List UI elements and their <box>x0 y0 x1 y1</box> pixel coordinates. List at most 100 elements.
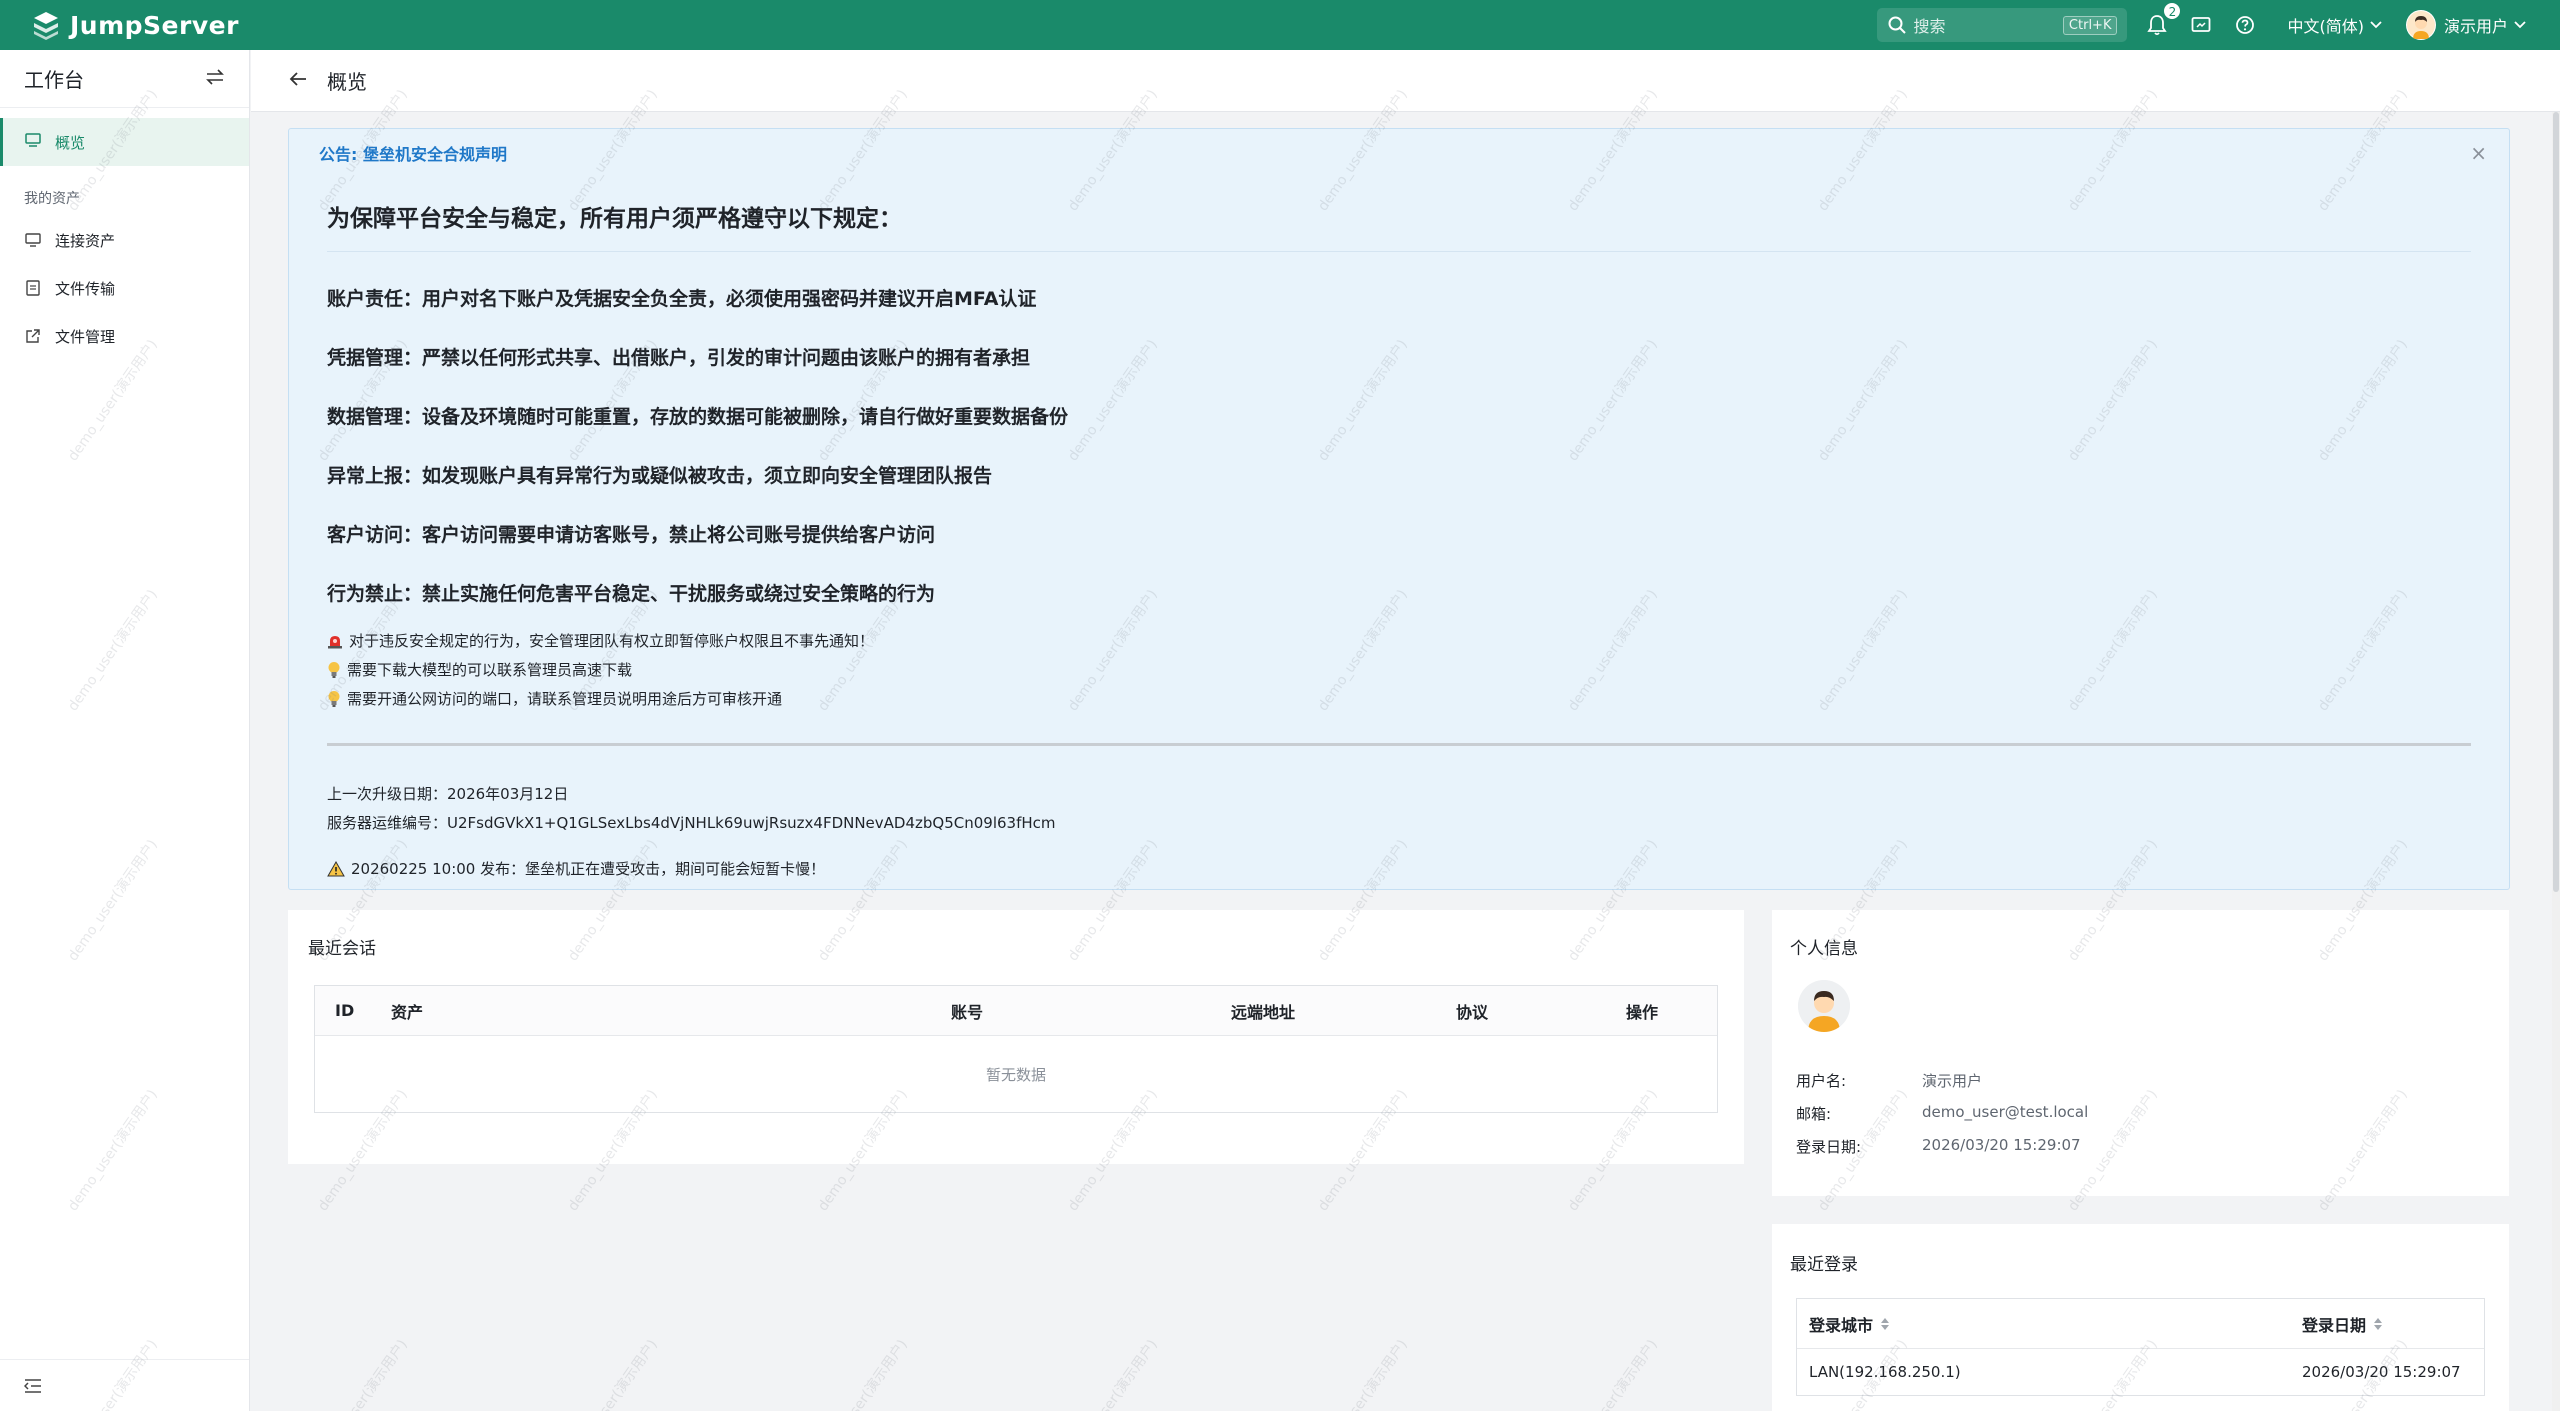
chevron-down-icon <box>2514 21 2526 29</box>
sidebar: 工作台 概览 我的资产 连接资产 文件传输 文件管理 <box>0 50 250 1411</box>
file-icon <box>25 280 41 296</box>
column-header-remote-address: 远端地址 <box>1231 1002 1296 1022</box>
sidebar-header: 工作台 <box>0 50 249 108</box>
avatar <box>1798 980 1850 1032</box>
brand-name: JumpServer <box>70 10 239 40</box>
note-text: 需要下载大模型的可以联系管理员高速下载 <box>347 661 633 679</box>
rule-item: 凭据管理：严禁以任何形式共享、出借账户，引发的审计问题由该账户的拥有者承担 <box>327 347 1031 369</box>
column-header-account: 账号 <box>951 1002 984 1022</box>
menu-collapse-icon <box>24 1378 41 1393</box>
jumpserver-logo-icon <box>34 12 58 40</box>
column-header-actions: 操作 <box>1626 1002 1659 1022</box>
divider <box>327 743 2471 746</box>
sessions-table: ID 资产 账号 远端地址 协议 操作 暂无数据 <box>314 985 1718 1113</box>
scrollbar-thumb[interactable] <box>2553 112 2559 892</box>
sidebar-item-overview[interactable]: 概览 <box>0 118 249 166</box>
bell-icon <box>2147 15 2168 36</box>
watermark-text: demo_user(演示用户) <box>1065 1336 1161 1411</box>
dashboard-icon <box>25 133 41 151</box>
watermark-text: demo_user(演示用户) <box>565 1336 661 1411</box>
monitor-icon <box>25 232 41 248</box>
rule-item: 行为禁止：禁止实施任何危害平台稳定、干扰服务或绕过安全策略的行为 <box>327 583 936 605</box>
rule-item: 客户访问：客户访问需要申请访客账号，禁止将公司账号提供给客户访问 <box>327 524 936 546</box>
sidebar-item-file-manager[interactable]: 文件管理 <box>0 312 249 360</box>
help-icon <box>2236 16 2255 34</box>
field-value: 演示用户 <box>1922 1072 1983 1090</box>
recent-sessions-title: 最近会话 <box>308 939 376 959</box>
watermark-text: demo_user(演示用户) <box>1315 1336 1411 1411</box>
logins-table: 登录城市 登录日期 LAN(192.168.250.1) 2026/03/20 … <box>1796 1298 2485 1396</box>
note-item: 需要开通公网访问的端口，请联系管理员说明用途后方可审核开通 <box>327 684 2471 713</box>
table-header: ID 资产 账号 远端地址 协议 操作 <box>315 986 1717 1036</box>
external-link-icon <box>25 328 41 344</box>
switch-view-button[interactable] <box>205 68 225 90</box>
collapse-sidebar-button[interactable] <box>0 1359 249 1411</box>
search-box[interactable]: 搜索 Ctrl+K <box>1877 8 2128 42</box>
note-text: 对于违反安全规定的行为，安全管理团队有权立即暂停账户权限且不事先通知！ <box>349 632 875 650</box>
note-item: 需要下载大模型的可以联系管理员高速下载 <box>327 655 2471 684</box>
profile-login-date-row: 登录日期: 2026/03/20 15:29:07 <box>1796 1136 2081 1157</box>
rule-item: 账户责任：用户对名下账户及凭据安全负全责，必须使用强密码并建议开启MFA认证 <box>327 288 1037 310</box>
sort-icon <box>1881 1317 1890 1330</box>
column-header-id: ID <box>335 1001 355 1020</box>
arrow-left-icon <box>289 71 306 86</box>
sidebar-group-label: 我的资产 <box>24 191 80 207</box>
help-button[interactable] <box>2233 13 2257 37</box>
field-value: demo_user@test.local <box>1922 1103 2089 1121</box>
watermark-text: demo_user(演示用户) <box>815 1336 911 1411</box>
warning-notice: 20260225 10:00 发布：堡垒机正在遭受攻击，期间可能会短暂卡慢！ <box>327 858 2471 879</box>
sidebar-item-connect-assets[interactable]: 连接资产 <box>0 216 249 264</box>
brand-logo[interactable]: JumpServer <box>30 9 239 41</box>
sidebar-item-label: 概览 <box>55 133 86 152</box>
field-label: 邮箱: <box>1796 1105 1832 1123</box>
sidebar-item-label: 文件传输 <box>55 279 116 298</box>
search-shortcut: Ctrl+K <box>2062 15 2118 35</box>
notification-button[interactable]: 2 <box>2145 2 2182 37</box>
announcement-header: 公告: 堡垒机安全合规声明 <box>319 145 507 164</box>
search-icon <box>1887 15 1907 35</box>
empty-state: 暂无数据 <box>985 1065 1046 1084</box>
column-label: 登录日期 <box>2302 1315 2367 1335</box>
top-navbar: JumpServer 搜索 Ctrl+K 2 中文(简体) 演示用户 <box>0 0 2560 50</box>
sidebar-item-label: 文件管理 <box>55 327 116 346</box>
back-button[interactable] <box>289 71 307 91</box>
sidebar-item-file-transfer[interactable]: 文件传输 <box>0 264 249 312</box>
user-menu[interactable]: 演示用户 <box>2405 10 2526 40</box>
swap-icon <box>206 68 224 85</box>
workspace-title: 工作台 <box>24 68 84 92</box>
profile-title: 个人信息 <box>1790 939 1858 959</box>
field-value: 2026/03/20 15:29:07 <box>1922 1136 2081 1154</box>
column-header-login-city[interactable]: 登录城市 <box>1809 1312 1890 1336</box>
note-text: 需要开通公网访问的端口，请联系管理员说明用途后方可审核开通 <box>347 690 783 708</box>
login-date-cell: 2026/03/20 15:29:07 <box>2302 1363 2461 1381</box>
siren-icon <box>327 633 343 649</box>
announcement-title: 为保障平台安全与稳定，所有用户须严格遵守以下规定： <box>327 199 2471 252</box>
field-label: 登录日期: <box>1796 1138 1862 1156</box>
recent-sessions-card: 最近会话 ID 资产 账号 远端地址 协议 操作 暂无数据 <box>288 910 1744 1164</box>
warning-icon <box>327 860 345 877</box>
watermark-text: demo_user(演示用户) <box>1565 1336 1661 1411</box>
rule-item: 数据管理：设备及环境随时可能重置，存放的数据可能被删除，请自行做好重要数据备份 <box>327 406 1069 428</box>
username-label: 演示用户 <box>2443 17 2508 36</box>
scrollbar[interactable] <box>2552 112 2560 1411</box>
web-terminal-button[interactable] <box>2189 13 2213 37</box>
lightbulb-icon <box>327 690 341 708</box>
column-header-login-date[interactable]: 登录日期 <box>2302 1312 2383 1336</box>
login-city-cell: LAN(192.168.250.1) <box>1809 1363 1961 1381</box>
page-title: 概览 <box>327 70 367 94</box>
page-header: 概览 <box>251 50 2560 112</box>
search-placeholder: 搜索 <box>1913 17 1946 36</box>
table-row: LAN(192.168.250.1) 2026/03/20 15:29:07 <box>1797 1349 2484 1395</box>
server-maintenance-id: 服务器运维编号：U2FsdGVkX1+Q1GLSexLbs4dVjNHLk69u… <box>327 814 1056 832</box>
profile-username-row: 用户名: 演示用户 <box>1796 1070 1982 1091</box>
recent-logins-card: 最近登录 登录城市 登录日期 LAN(192.168.250.1) 2026/0… <box>1772 1224 2509 1411</box>
avatar <box>2405 10 2436 40</box>
close-icon[interactable]: × <box>2470 141 2487 165</box>
rule-item: 异常上报：如发现账户具有异常行为或疑似被攻击，须立即向安全管理团队报告 <box>327 465 993 487</box>
profile-card: 个人信息 用户名: 演示用户 邮箱: demo_user@test.local … <box>1772 910 2509 1196</box>
column-header-protocol: 协议 <box>1456 1002 1489 1022</box>
sort-icon <box>2374 1317 2383 1330</box>
announcement-panel: 公告: 堡垒机安全合规声明 × 为保障平台安全与稳定，所有用户须严格遵守以下规定… <box>288 128 2510 890</box>
column-header-asset: 资产 <box>391 1002 424 1022</box>
language-selector[interactable]: 中文(简体) <box>2287 13 2382 37</box>
